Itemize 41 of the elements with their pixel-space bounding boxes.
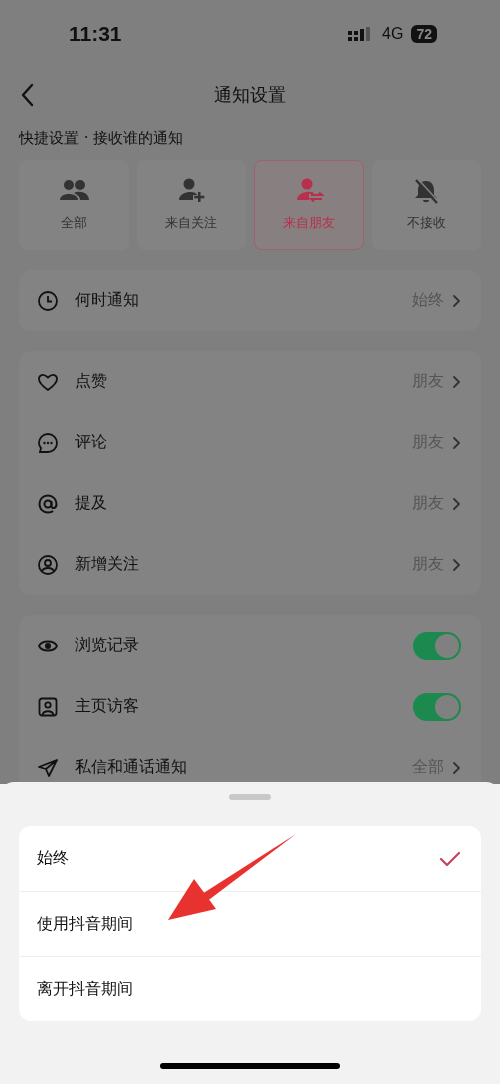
settings-row[interactable]: 主页访客	[19, 676, 481, 737]
section-label: 快捷设置 · 接收谁的通知	[19, 128, 185, 149]
clock-icon	[37, 289, 59, 312]
chevron-icon	[452, 760, 461, 775]
row-label: 评论	[75, 432, 108, 453]
quick-option[interactable]: 不接收	[371, 160, 481, 250]
chevron-icon	[452, 435, 461, 450]
row-label: 主页访客	[75, 696, 140, 717]
toggle-switch[interactable]	[413, 631, 461, 660]
settings-row[interactable]: 浏览记录	[19, 615, 481, 676]
row-label: 提及	[75, 493, 108, 514]
option-label: 始终	[37, 848, 69, 869]
option-row[interactable]: 离开抖音期间	[19, 956, 481, 1021]
battery-level: 72	[411, 25, 437, 43]
network-label: 4G	[382, 25, 404, 43]
row-label: 点赞	[75, 371, 108, 392]
chevron-icon	[452, 374, 461, 389]
page-title: 通知设置	[214, 83, 286, 107]
checkmark-icon	[439, 850, 461, 867]
drag-handle[interactable]	[229, 794, 271, 800]
option-label: 使用抖音期间	[37, 913, 133, 935]
quick-option[interactable]: 来自关注	[136, 160, 246, 250]
paper-plane-icon	[37, 756, 59, 779]
option-label: 离开抖音期间	[37, 978, 133, 1000]
chevron-icon	[452, 496, 461, 511]
toggle-switch[interactable]	[413, 692, 461, 721]
row-label: 何时通知	[75, 290, 140, 311]
quick-option[interactable]: 全部	[19, 160, 129, 250]
person-card-icon	[37, 695, 59, 718]
person-circle-icon	[37, 553, 59, 576]
option-row[interactable]: 始终	[19, 826, 481, 891]
row-label: 浏览记录	[75, 635, 140, 656]
back-button[interactable]	[19, 83, 35, 109]
chat-bubble-icon	[37, 431, 59, 454]
row-label: 新增关注	[75, 554, 140, 575]
row-label: 私信和通话通知	[75, 757, 188, 778]
person-plus-icon	[176, 178, 207, 204]
at-sign-icon	[37, 492, 59, 515]
status-time: 11:31	[69, 22, 122, 46]
chevron-icon	[452, 557, 461, 572]
chevron-icon	[452, 293, 461, 308]
